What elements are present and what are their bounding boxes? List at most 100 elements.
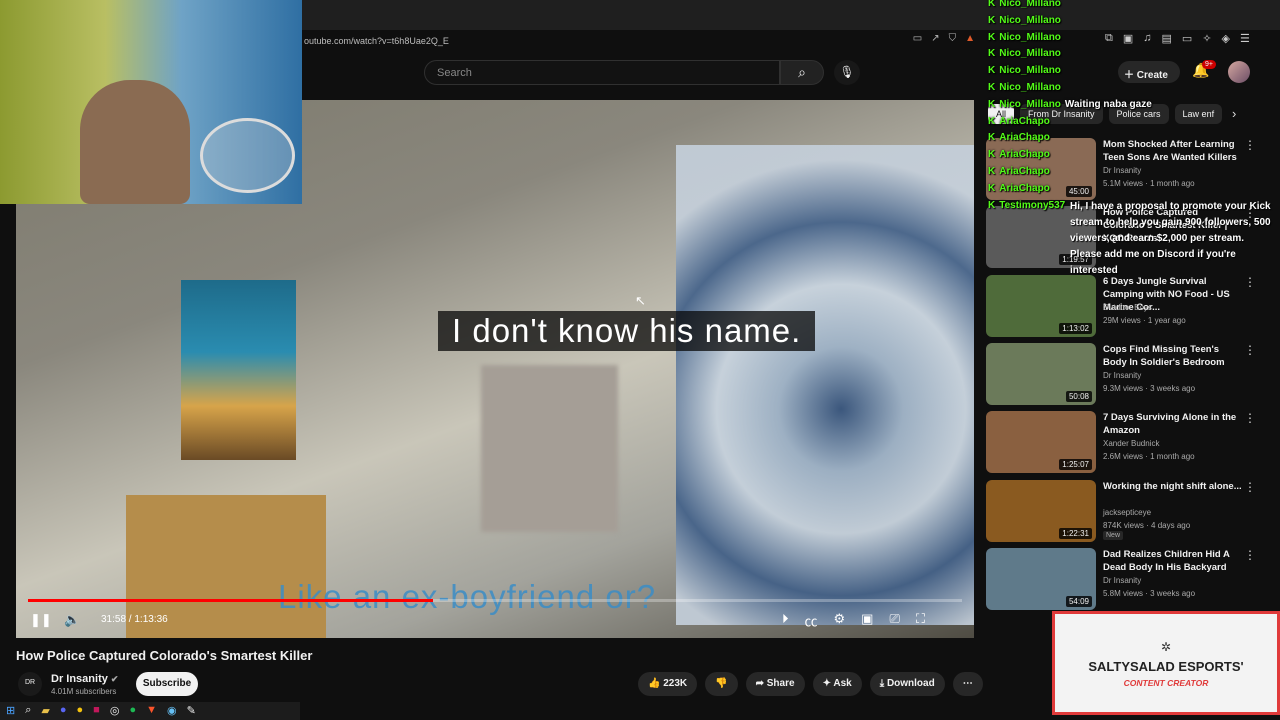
pip-icon[interactable]: ▭ (913, 33, 922, 44)
recommendation-title[interactable]: Cops Find Missing Teen's Body In Soldier… (1103, 343, 1243, 369)
notification-badge: 9+ (1202, 60, 1216, 69)
create-button[interactable]: ＋ Create (1118, 61, 1180, 83)
share-button[interactable]: ➦ Share (745, 672, 805, 696)
recommendation-title[interactable]: Mom Shocked After Learning Teen Sons Are… (1103, 138, 1243, 164)
video-thumbnail[interactable]: 1:22:31 (986, 480, 1096, 542)
channel-avatar[interactable]: DR (18, 672, 42, 696)
brave-rewards-icon[interactable]: ▲ (965, 33, 975, 44)
screenshot-icon[interactable]: ▣ (1123, 32, 1133, 45)
recommendation-channel[interactable]: Xander Budnick (1103, 439, 1159, 448)
chevron-right-icon[interactable]: › (1232, 106, 1236, 121)
download-button[interactable]: ⤓ Download (869, 672, 945, 696)
share-icon: ➦ (755, 678, 764, 689)
kick-icon: K (988, 199, 996, 211)
recommendation-item[interactable]: 1:25:07 7 Days Surviving Alone in the Ama… (986, 411, 1258, 473)
wallet-icon[interactable]: ▭ (1182, 32, 1192, 45)
shield-icon[interactable]: ⛉ (949, 33, 957, 44)
duration-badge: 1:22:31 (1059, 528, 1092, 539)
fan (200, 118, 295, 193)
more-vertical-icon[interactable]: ⋮ (1244, 411, 1256, 425)
chat-username: Nico_Millano (999, 98, 1061, 110)
spotify-icon[interactable]: ● (129, 704, 136, 718)
windows-start-icon[interactable]: ⊞ (6, 704, 15, 718)
address-bar[interactable]: outube.com/watch?v=t6h8Uae2Q_E (300, 30, 980, 52)
video-thumbnail[interactable]: 1:13:02 (986, 275, 1096, 337)
ask-button[interactable]: ✦ Ask (812, 672, 862, 696)
cast-icon[interactable]: ⎚ (889, 611, 899, 630)
more-horizontal-icon: ⋯ (962, 678, 973, 689)
recommendation-item[interactable]: 50:08 Cops Find Missing Teen's Body In So… (986, 343, 1258, 405)
share-page-icon[interactable]: ↗ (931, 33, 939, 44)
chat-username: Nico_Millano (999, 82, 1061, 93)
search-icon[interactable]: ⌕ (25, 704, 31, 718)
recommendation-channel[interactable]: Dr Insanity (1103, 576, 1141, 585)
more-actions-button[interactable]: ⋯ (952, 672, 983, 696)
recommendation-channel[interactable]: Outdoor Boys (1103, 303, 1152, 312)
video-title: How Police Captured Colorado's Smartest … (16, 648, 313, 663)
sidebar-icon[interactable]: ▤ (1162, 32, 1172, 45)
mandala-tapestry (676, 145, 974, 625)
recommendation-channel[interactable]: Dr Insanity (1103, 371, 1141, 380)
recommendation-title[interactable]: Dad Realizes Children Hid A Dead Body In… (1103, 548, 1243, 574)
obs-icon[interactable]: ◎ (110, 704, 120, 718)
media-icon[interactable]: ♫ (1143, 32, 1151, 45)
subscribe-button[interactable]: Subscribe (136, 672, 198, 696)
chat-line: K AriaChapo (988, 116, 1054, 127)
chat-line: K Nico_Millano (988, 32, 1065, 43)
leo-icon[interactable]: ✧ (1202, 32, 1211, 45)
settings-gear-icon[interactable]: ⚙ (834, 611, 846, 630)
more-vertical-icon[interactable]: ⋮ (1244, 480, 1256, 494)
extensions-icon[interactable]: ⧉ (1105, 32, 1113, 45)
recommendation-channel[interactable]: jacksepticeye (1103, 508, 1151, 517)
recommendation-title[interactable]: Working the night shift alone... (1103, 480, 1243, 493)
more-vertical-icon[interactable]: ⋮ (1244, 548, 1256, 562)
recommendation-title[interactable]: 7 Days Surviving Alone in the Amazon (1103, 411, 1243, 437)
vpn-icon[interactable]: ◈ (1222, 32, 1230, 45)
search-input[interactable]: Search (424, 60, 780, 85)
recommendation-channel[interactable]: Dr Insanity (1103, 166, 1141, 175)
chat-line: K AriaChapo (988, 183, 1054, 194)
kick-icon: K (988, 149, 996, 161)
duration-badge: 1:25:07 (1059, 459, 1092, 470)
autoplay-toggle-icon[interactable]: ⏵ (782, 611, 789, 630)
chip-law-enforcement[interactable]: Law enf (1174, 104, 1223, 124)
chrome-icon[interactable]: ● (77, 704, 84, 718)
chat-line: K AriaChapo (988, 166, 1054, 177)
channel-name[interactable]: Dr Insanity ✔ (51, 673, 118, 685)
search-button[interactable]: ⌕ (780, 60, 824, 85)
like-button[interactable]: 👍 223K (638, 672, 698, 696)
dislike-button[interactable]: 👎 (705, 672, 738, 696)
kick-icon: K (988, 65, 996, 77)
more-vertical-icon[interactable]: ⋮ (1244, 138, 1256, 152)
recommendation-item[interactable]: 54:09 Dad Realizes Children Hid A Dead Bo… (986, 548, 1258, 610)
video-thumbnail[interactable]: 1:25:07 (986, 411, 1096, 473)
video-thumbnail[interactable]: 54:09 (986, 548, 1096, 610)
discord-icon[interactable]: ● (60, 704, 67, 718)
menu-icon[interactable]: ☰ (1240, 32, 1250, 45)
brave-icon[interactable]: ▼ (146, 704, 157, 718)
more-vertical-icon[interactable]: ⋮ (1244, 343, 1256, 357)
kick-icon: K (988, 14, 996, 26)
recommendation-item[interactable]: 1:22:31 Working the night shift alone... j… (986, 480, 1258, 542)
voice-search-button[interactable]: 🎙 (834, 60, 860, 85)
steam-icon[interactable]: ◉ (167, 704, 177, 718)
recommendation-meta: 5.1M views · 1 month ago (1103, 179, 1195, 188)
captions-icon[interactable]: ㏄ (805, 611, 818, 630)
app-icon[interactable]: ■ (93, 704, 100, 718)
pause-icon[interactable]: ❚❚ (30, 612, 52, 628)
chat-username: Nico_Millano (999, 48, 1061, 60)
video-thumbnail[interactable]: 50:08 (986, 343, 1096, 405)
folder-icon[interactable]: ▰ (41, 704, 49, 718)
recommendation-meta: 29M views · 1 year ago (1103, 316, 1186, 325)
account-avatar[interactable] (1228, 61, 1250, 83)
volume-icon[interactable]: 🔈 (64, 612, 80, 628)
miniplayer-icon[interactable]: ▣ (861, 611, 873, 630)
download-label: Download (886, 678, 935, 689)
mic-icon: 🎙 (839, 65, 855, 79)
chat-line: K Nico_Millano (988, 82, 1065, 93)
paint-icon[interactable]: ✎ (187, 704, 196, 718)
fullscreen-icon[interactable]: ⛶ (916, 611, 925, 630)
chat-line: K Nico_Millano (988, 65, 1065, 76)
chat-username: AriaChapo (999, 132, 1050, 144)
recommendation-item[interactable]: 1:13:02 6 Days Jungle Survival Camping wi… (986, 275, 1258, 337)
